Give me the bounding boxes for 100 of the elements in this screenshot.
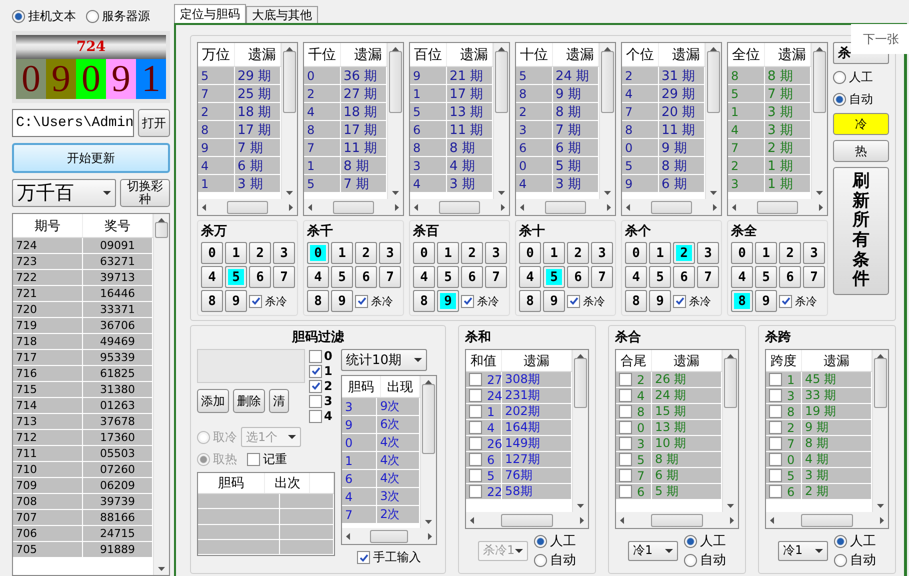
- digit-key[interactable]: 8: [201, 290, 223, 312]
- digit-key[interactable]: 5: [649, 266, 671, 288]
- digit-key[interactable]: 6: [461, 266, 483, 288]
- scroll-down-icon[interactable]: [877, 504, 884, 508]
- checkbox[interactable]: [769, 373, 782, 386]
- digit-key[interactable]: 4: [201, 266, 223, 288]
- next-image-button[interactable]: 下一张: [851, 24, 909, 54]
- digit-key[interactable]: 5: [755, 266, 777, 288]
- scroll-right-icon[interactable]: [395, 204, 399, 210]
- scroll-down-icon[interactable]: [498, 191, 505, 195]
- digit-key[interactable]: 1: [437, 242, 459, 264]
- radio-button[interactable]: [12, 10, 25, 23]
- stats-select[interactable]: 统计10期: [341, 349, 427, 371]
- horizontal-scrollbar[interactable]: [466, 512, 588, 528]
- checkbox[interactable]: [619, 389, 632, 402]
- scroll-thumb[interactable]: [724, 358, 737, 408]
- digit-key[interactable]: 6: [567, 266, 589, 288]
- digit-key[interactable]: 9: [543, 290, 565, 312]
- horizontal-scrollbar[interactable]: [516, 199, 615, 215]
- scroll-thumb[interactable]: [501, 514, 553, 526]
- checkbox[interactable]: [249, 294, 262, 308]
- digit-key[interactable]: 9: [437, 290, 459, 312]
- filter-button[interactable]: 删除: [233, 389, 265, 413]
- digit-key[interactable]: 4: [413, 266, 435, 288]
- digit-key[interactable]: 5: [543, 266, 565, 288]
- digit-key[interactable]: 1: [331, 242, 353, 264]
- checkbox[interactable]: [461, 294, 474, 308]
- scroll-down-icon[interactable]: [816, 191, 823, 195]
- scroll-left-icon[interactable]: [202, 204, 206, 210]
- digit-key[interactable]: 0: [625, 242, 647, 264]
- scroll-thumb[interactable]: [333, 200, 374, 214]
- checkbox[interactable]: [769, 453, 782, 466]
- horizontal-scrollbar[interactable]: [616, 512, 738, 528]
- scroll-thumb[interactable]: [813, 51, 826, 113]
- digit-key[interactable]: 0: [519, 242, 541, 264]
- radio-button[interactable]: [86, 10, 99, 23]
- vertical-scrollbar[interactable]: [705, 43, 721, 199]
- vertical-scrollbar[interactable]: [281, 43, 297, 199]
- checkbox[interactable]: [619, 421, 632, 434]
- checkbox[interactable]: [619, 453, 632, 466]
- scroll-down-icon[interactable]: [392, 191, 399, 195]
- digit-key[interactable]: 1: [225, 242, 247, 264]
- digit-key[interactable]: 3: [273, 242, 295, 264]
- radio-button[interactable]: [834, 554, 847, 566]
- radio-button[interactable]: [534, 554, 547, 566]
- digit-key[interactable]: 9: [225, 290, 247, 312]
- digit-key[interactable]: 2: [673, 242, 695, 264]
- digit-key[interactable]: 4: [625, 266, 647, 288]
- radio-button[interactable]: [833, 93, 846, 106]
- refresh-conditions-button[interactable]: 刷新所有条件: [833, 167, 889, 295]
- scroll-left-icon[interactable]: [626, 204, 630, 210]
- scroll-down-icon[interactable]: [710, 191, 717, 195]
- checkbox[interactable]: [619, 437, 632, 450]
- digit-key[interactable]: 1: [649, 242, 671, 264]
- vertical-scrollbar[interactable]: [722, 350, 738, 512]
- digit-key[interactable]: 9: [755, 290, 777, 312]
- scroll-right-icon[interactable]: [880, 516, 884, 524]
- checkbox[interactable]: [469, 485, 482, 498]
- scroll-right-icon[interactable]: [730, 516, 734, 524]
- digit-key[interactable]: 7: [697, 266, 719, 288]
- scroll-thumb[interactable]: [651, 514, 703, 526]
- checkbox[interactable]: [309, 410, 322, 422]
- open-button[interactable]: 打开: [138, 109, 170, 137]
- checkbox[interactable]: [769, 389, 782, 402]
- scroll-right-icon[interactable]: [580, 516, 584, 524]
- digit-key[interactable]: 5: [437, 266, 459, 288]
- digit-key[interactable]: 7: [273, 266, 295, 288]
- radio-button[interactable]: [833, 71, 846, 84]
- checkbox[interactable]: [469, 437, 482, 450]
- digit-key[interactable]: 7: [485, 266, 507, 288]
- path-field[interactable]: C:\Users\Admin: [12, 109, 134, 137]
- digit-key[interactable]: 3: [485, 242, 507, 264]
- digit-key[interactable]: 2: [779, 242, 801, 264]
- temperature-button[interactable]: 冷: [833, 113, 889, 135]
- scroll-right-icon[interactable]: [713, 204, 717, 210]
- checkbox[interactable]: [619, 405, 632, 418]
- horizontal-scrollbar[interactable]: [728, 199, 827, 215]
- checkbox[interactable]: [309, 350, 322, 362]
- radio-button[interactable]: [684, 534, 697, 548]
- checkbox[interactable]: [779, 294, 792, 308]
- scroll-left-icon[interactable]: [470, 516, 474, 524]
- vertical-scrollbar[interactable]: [493, 43, 509, 199]
- digit-key[interactable]: 8: [413, 290, 435, 312]
- scroll-down-icon[interactable]: [286, 191, 293, 195]
- checkbox[interactable]: [469, 405, 482, 418]
- vertical-scrollbar[interactable]: [420, 376, 436, 528]
- digit-key[interactable]: 3: [697, 242, 719, 264]
- tab[interactable]: 大底与其他: [246, 6, 318, 23]
- checkbox[interactable]: [309, 394, 322, 408]
- scroll-right-icon[interactable]: [501, 204, 505, 210]
- temperature-button[interactable]: 热: [833, 140, 889, 162]
- vertical-scrollbar[interactable]: [387, 43, 403, 199]
- checkbox[interactable]: [769, 469, 782, 482]
- scroll-left-icon[interactable]: [520, 204, 524, 210]
- radio-button[interactable]: [534, 534, 547, 548]
- digit-key[interactable]: 0: [201, 242, 223, 264]
- mode-select[interactable]: 万千百: [12, 179, 116, 207]
- vertical-scrollbar[interactable]: [811, 43, 827, 199]
- scroll-right-icon[interactable]: [289, 204, 293, 210]
- digit-key[interactable]: 2: [567, 242, 589, 264]
